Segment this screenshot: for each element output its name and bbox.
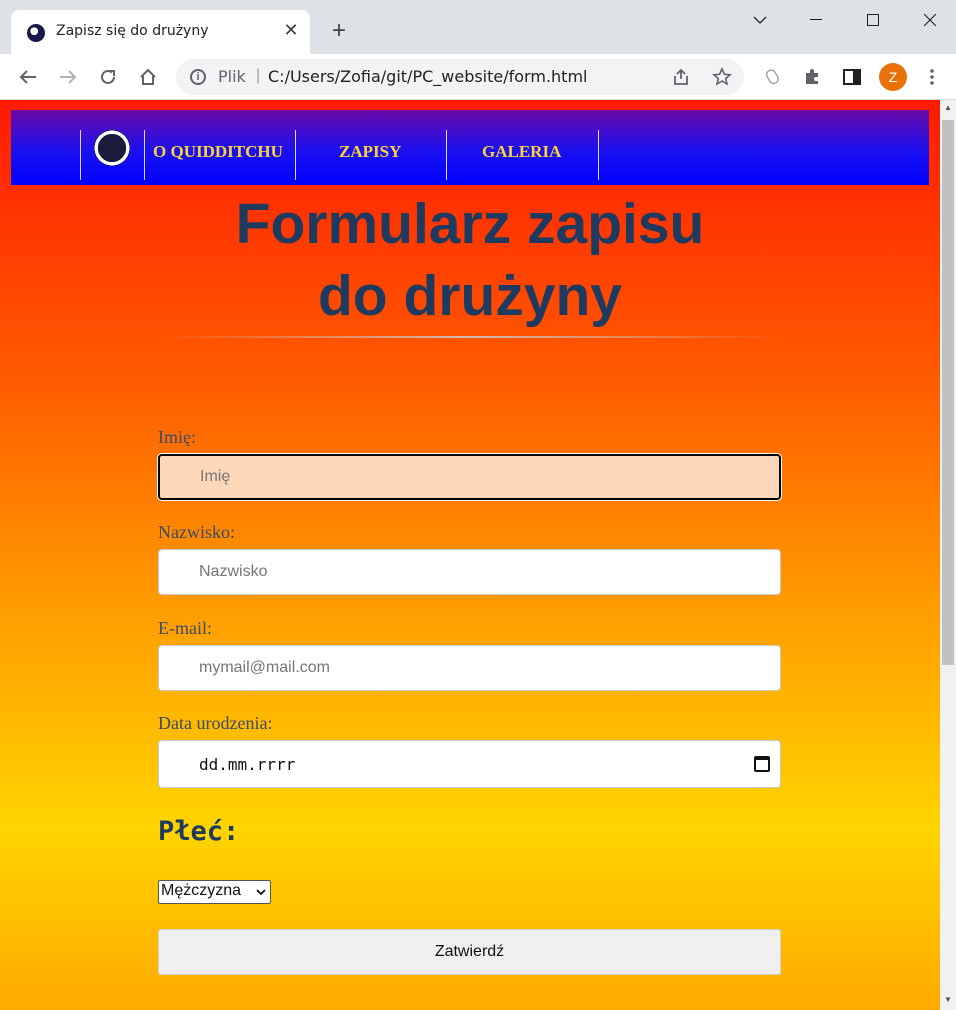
extension-mouse-icon[interactable] bbox=[756, 61, 788, 93]
site-navbar: O QUIDDITCHU ZAPISY GALERIA bbox=[11, 110, 929, 185]
calendar-icon[interactable] bbox=[754, 756, 770, 772]
scroll-down-icon[interactable]: ▼ bbox=[943, 995, 953, 1005]
browser-menu-icon[interactable] bbox=[916, 61, 948, 93]
nav-divider bbox=[295, 130, 296, 180]
url-separator: | bbox=[256, 67, 261, 84]
gender-selected-value: Mężczyzna bbox=[161, 882, 242, 899]
first-name-label: Imię: bbox=[158, 427, 196, 447]
profile-avatar[interactable]: Z bbox=[879, 63, 907, 91]
site-info-icon[interactable]: i bbox=[190, 69, 206, 85]
page-viewport: O QUIDDITCHU ZAPISY GALERIA Formularz za… bbox=[0, 100, 940, 1010]
nav-divider bbox=[598, 130, 599, 180]
first-name-input[interactable] bbox=[158, 454, 781, 500]
last-name-input[interactable] bbox=[158, 549, 781, 595]
tab-strip: Zapisz się do drużyny ✕ + bbox=[0, 0, 956, 54]
extensions-puzzle-icon[interactable] bbox=[796, 61, 828, 93]
last-name-label: Nazwisko: bbox=[158, 522, 235, 542]
bookmark-star-icon[interactable] bbox=[712, 67, 732, 92]
share-icon[interactable] bbox=[672, 68, 690, 91]
submit-button[interactable]: Zatwierdź bbox=[158, 929, 781, 975]
vertical-scrollbar[interactable]: ▲ ▼ bbox=[940, 100, 956, 1010]
tab-search-chevron-icon[interactable] bbox=[732, 0, 788, 40]
close-tab-icon[interactable]: ✕ bbox=[281, 20, 301, 40]
team-logo-icon[interactable] bbox=[94, 130, 130, 166]
site-favicon-icon bbox=[27, 24, 45, 42]
maximize-icon[interactable] bbox=[845, 0, 901, 40]
minimize-icon[interactable] bbox=[788, 0, 844, 40]
new-tab-button[interactable]: + bbox=[326, 18, 352, 44]
url-text[interactable]: C:/Users/Zofia/git/PC_website/form.html bbox=[268, 67, 587, 86]
nav-divider bbox=[80, 130, 81, 180]
gender-select[interactable]: Mężczyzna bbox=[158, 880, 271, 904]
nav-divider bbox=[144, 130, 145, 180]
forward-icon[interactable] bbox=[52, 61, 84, 93]
birth-date-input[interactable]: dd.mm.rrrr bbox=[158, 740, 781, 788]
address-bar[interactable]: i Plik | C:/Users/Zofia/git/PC_website/f… bbox=[176, 59, 744, 95]
browser-tab[interactable]: Zapisz się do drużyny ✕ bbox=[11, 10, 310, 54]
birth-date-label: Data urodzenia: bbox=[158, 713, 273, 733]
browser-toolbar: i Plik | C:/Users/Zofia/git/PC_website/f… bbox=[0, 54, 956, 100]
nav-link-galeria[interactable]: GALERIA bbox=[482, 142, 561, 162]
gender-heading: Płeć: bbox=[158, 816, 240, 847]
scroll-up-icon[interactable]: ▲ bbox=[943, 103, 953, 113]
title-divider bbox=[158, 336, 782, 338]
url-scheme-label: Plik bbox=[218, 67, 246, 86]
page-title: Formularz zapisu do drużyny bbox=[235, 192, 705, 328]
nav-divider bbox=[446, 130, 447, 180]
window-close-icon[interactable] bbox=[902, 0, 956, 40]
back-icon[interactable] bbox=[12, 61, 44, 93]
home-icon[interactable] bbox=[132, 61, 164, 93]
chevron-down-icon bbox=[256, 889, 266, 896]
birth-date-placeholder: dd.mm.rrrr bbox=[199, 755, 296, 774]
nav-link-o-quidditchu[interactable]: O QUIDDITCHU bbox=[153, 142, 283, 162]
email-input[interactable] bbox=[158, 645, 781, 691]
email-label: E-mail: bbox=[158, 618, 212, 638]
nav-link-zapisy[interactable]: ZAPISY bbox=[339, 142, 401, 162]
reload-icon[interactable] bbox=[92, 61, 124, 93]
side-panel-icon[interactable] bbox=[836, 61, 868, 93]
scrollbar-thumb[interactable] bbox=[942, 120, 954, 665]
tab-title: Zapisz się do drużyny bbox=[56, 23, 209, 39]
